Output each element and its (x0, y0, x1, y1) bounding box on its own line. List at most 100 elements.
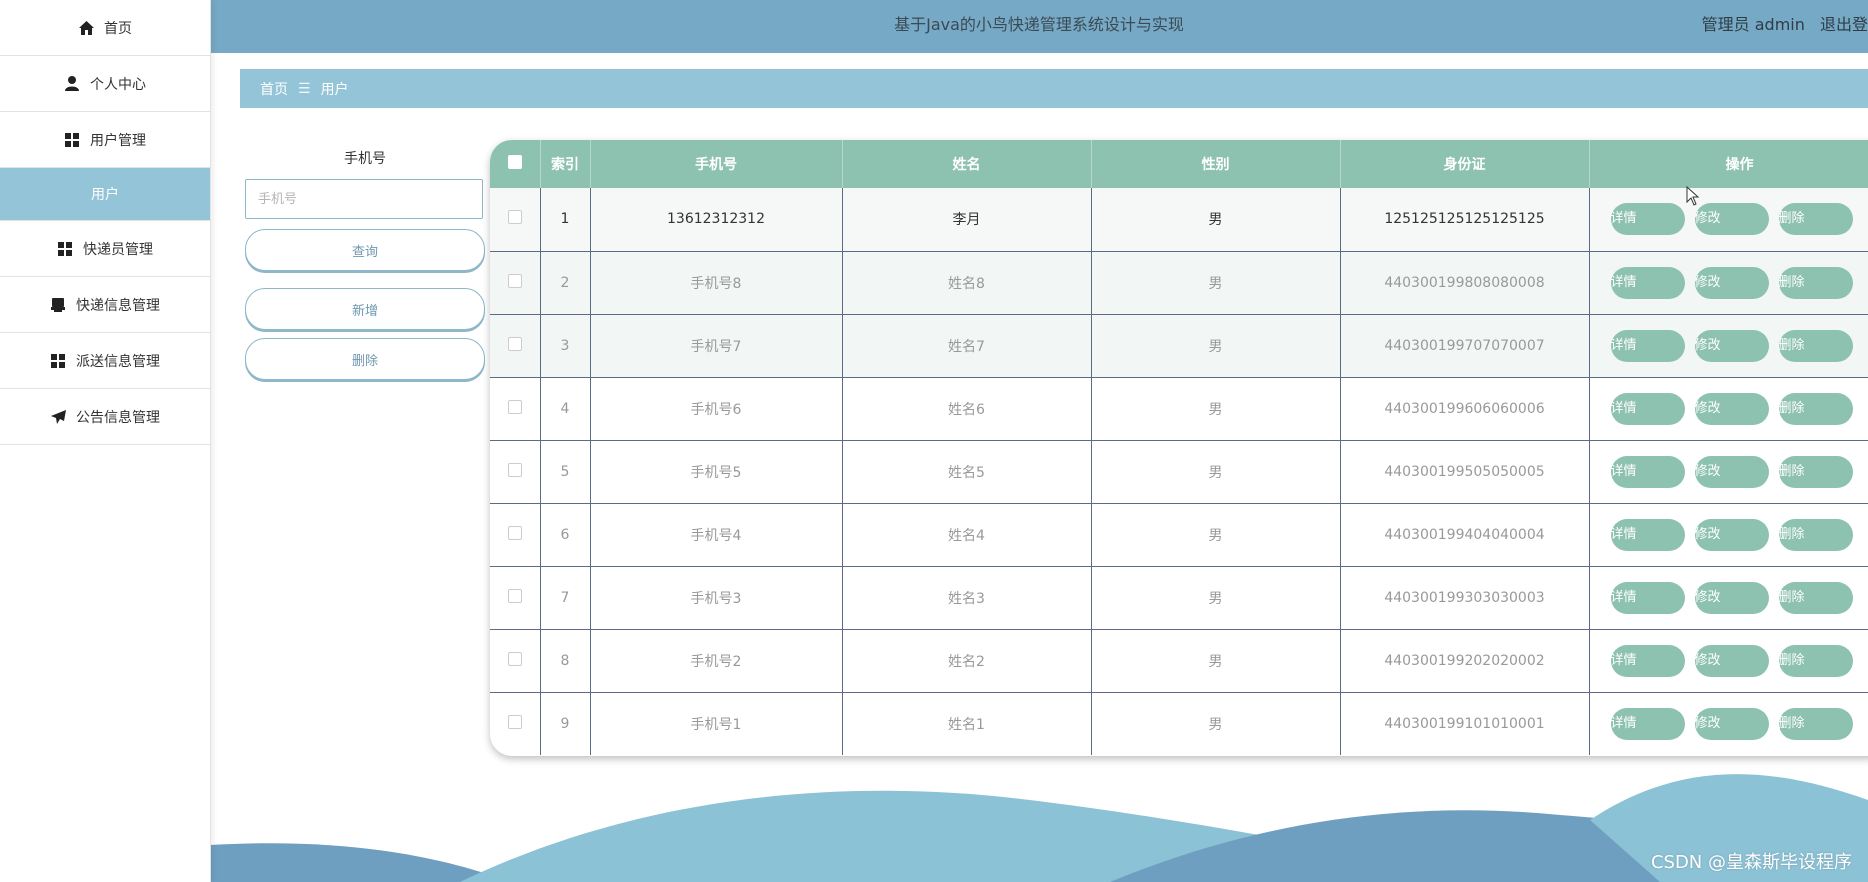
edit-button[interactable]: 修改 (1694, 329, 1769, 362)
detail-button[interactable]: 详情 (1610, 203, 1685, 236)
phone-search-input[interactable] (245, 179, 483, 219)
row-checkbox[interactable] (507, 399, 522, 414)
row-select-cell[interactable] (490, 503, 541, 566)
cell-index: 7 (540, 566, 591, 629)
cell-index: 9 (540, 692, 591, 755)
delete-button[interactable]: 删除 (1778, 203, 1853, 236)
app-title: 基于Java的小鸟快递管理系统设计与实现 (894, 15, 1184, 34)
cell-gender: 男 (1091, 566, 1341, 629)
sidebar-item-announcement[interactable]: 公告信息管理 (0, 389, 210, 445)
column-header-gender: 性别 (1091, 140, 1341, 188)
sidebar-item-express-info[interactable]: 快递信息管理 (0, 277, 210, 333)
sidebar-subitem-user[interactable]: 用户 (0, 168, 210, 221)
sidebar-item-courier-management[interactable]: 快递员管理 (0, 221, 210, 277)
cell-phone: 手机号8 (590, 251, 843, 314)
delete-button[interactable]: 删除 (1778, 581, 1853, 614)
admin-label: 管理员 admin (1701, 15, 1805, 34)
delete-button[interactable]: 删除 (1778, 392, 1853, 425)
row-checkbox[interactable] (507, 210, 522, 225)
cell-name: 姓名7 (842, 314, 1092, 377)
cell-gender: 男 (1091, 314, 1341, 377)
cell-index: 5 (540, 440, 591, 503)
row-checkbox[interactable] (507, 588, 522, 603)
delete-button[interactable]: 删除 (1778, 518, 1853, 551)
detail-button[interactable]: 详情 (1610, 329, 1685, 362)
breadcrumb: 首页 ☰ 用户 (240, 69, 1868, 108)
sidebar-item-home[interactable]: 首页 (0, 0, 210, 56)
edit-button[interactable]: 修改 (1694, 707, 1769, 740)
row-checkbox[interactable] (507, 462, 522, 477)
edit-button[interactable]: 修改 (1694, 644, 1769, 677)
row-checkbox[interactable] (507, 336, 522, 351)
row-checkbox[interactable] (507, 273, 522, 288)
cell-gender: 男 (1091, 629, 1341, 692)
detail-button[interactable]: 详情 (1610, 392, 1685, 425)
batch-delete-button[interactable]: 删除 (245, 338, 485, 380)
edit-button[interactable]: 修改 (1694, 518, 1769, 551)
edit-button[interactable]: 修改 (1694, 455, 1769, 488)
cell-name: 李月 (842, 188, 1092, 251)
row-select-cell[interactable] (490, 377, 541, 440)
row-checkbox[interactable] (507, 525, 522, 540)
edit-button[interactable]: 修改 (1694, 581, 1769, 614)
table-header-row: 索引 手机号 姓名 性别 身份证 操作 (490, 140, 1868, 188)
cell-name: 姓名4 (842, 503, 1092, 566)
query-button[interactable]: 查询 (245, 229, 485, 271)
select-all-checkbox[interactable] (507, 155, 522, 169)
delete-button[interactable]: 删除 (1778, 455, 1853, 488)
table-row: 1 13612312312 李月男 125125125125125125 详情 修改 删除 (490, 188, 1868, 251)
detail-button[interactable]: 详情 (1610, 707, 1685, 740)
detail-button[interactable]: 详情 (1610, 581, 1685, 614)
sidebar-item-label: 快递员管理 (83, 241, 153, 258)
sidebar-item-profile[interactable]: 个人中心 (0, 56, 210, 112)
cell-name: 姓名3 (842, 566, 1092, 629)
delete-button[interactable]: 删除 (1778, 329, 1853, 362)
delete-button[interactable]: 删除 (1778, 266, 1853, 299)
logout-link[interactable]: 退出登 (1820, 15, 1868, 34)
sidebar: 首页 个人中心 用户管理 用户 快递员管理 快递信息管理 派送信息管理 公告信息… (0, 0, 211, 882)
column-header-id-card: 身份证 (1340, 140, 1590, 188)
table-row: 5 手机号5 姓名5 男 440300199505050005 详情 修改 删除 (490, 440, 1868, 503)
cell-name: 姓名6 (842, 377, 1092, 440)
cell-name: 姓名5 (842, 440, 1092, 503)
row-select-cell[interactable] (490, 251, 541, 314)
select-all-header[interactable] (490, 140, 541, 188)
edit-button[interactable]: 修改 (1694, 266, 1769, 299)
row-select-cell[interactable] (490, 629, 541, 692)
cell-index: 1 (540, 188, 591, 251)
user-table: 索引 手机号 姓名 性别 身份证 操作 1 13612312312 李月男 12512… (490, 140, 1868, 755)
cell-name: 姓名2 (842, 629, 1092, 692)
delete-button[interactable]: 删除 (1778, 707, 1853, 740)
row-select-cell[interactable] (490, 188, 541, 251)
breadcrumb-home[interactable]: 首页 (260, 79, 288, 99)
row-select-cell[interactable] (490, 566, 541, 629)
cell-gender: 男 (1091, 251, 1341, 314)
edit-button[interactable]: 修改 (1694, 392, 1769, 425)
row-select-cell[interactable] (490, 692, 541, 755)
printer-icon (50, 297, 66, 313)
watermark: CSDN @皇森斯毕设程序 (1650, 852, 1852, 873)
detail-button[interactable]: 详情 (1610, 455, 1685, 488)
table-row: 3 手机号7 姓名7 男 440300199707070007 详情 修改 删除 (490, 314, 1868, 377)
row-checkbox[interactable] (507, 651, 522, 666)
row-checkbox[interactable] (507, 714, 522, 729)
sidebar-item-dispatch-info[interactable]: 派送信息管理 (0, 333, 210, 389)
cell-id-card: 440300199707070007 (1340, 314, 1590, 377)
sidebar-item-user-management[interactable]: 用户管理 (0, 112, 210, 168)
cell-phone: 13612312312 (590, 188, 843, 251)
cell-index: 4 (540, 377, 591, 440)
add-button[interactable]: 新增 (245, 288, 485, 330)
row-select-cell[interactable] (490, 314, 541, 377)
detail-button[interactable]: 详情 (1610, 644, 1685, 677)
sidebar-item-label: 公告信息管理 (76, 409, 160, 426)
delete-button[interactable]: 删除 (1778, 644, 1853, 677)
cell-gender: 男 (1091, 692, 1341, 755)
row-select-cell[interactable] (490, 440, 541, 503)
edit-button[interactable]: 修改 (1694, 203, 1769, 236)
cell-index: 6 (540, 503, 591, 566)
detail-button[interactable]: 详情 (1610, 266, 1685, 299)
detail-button[interactable]: 详情 (1610, 518, 1685, 551)
cell-phone: 手机号7 (590, 314, 843, 377)
cell-id-card: 440300199808080008 (1340, 251, 1590, 314)
mouse-cursor-icon (1686, 186, 1700, 206)
